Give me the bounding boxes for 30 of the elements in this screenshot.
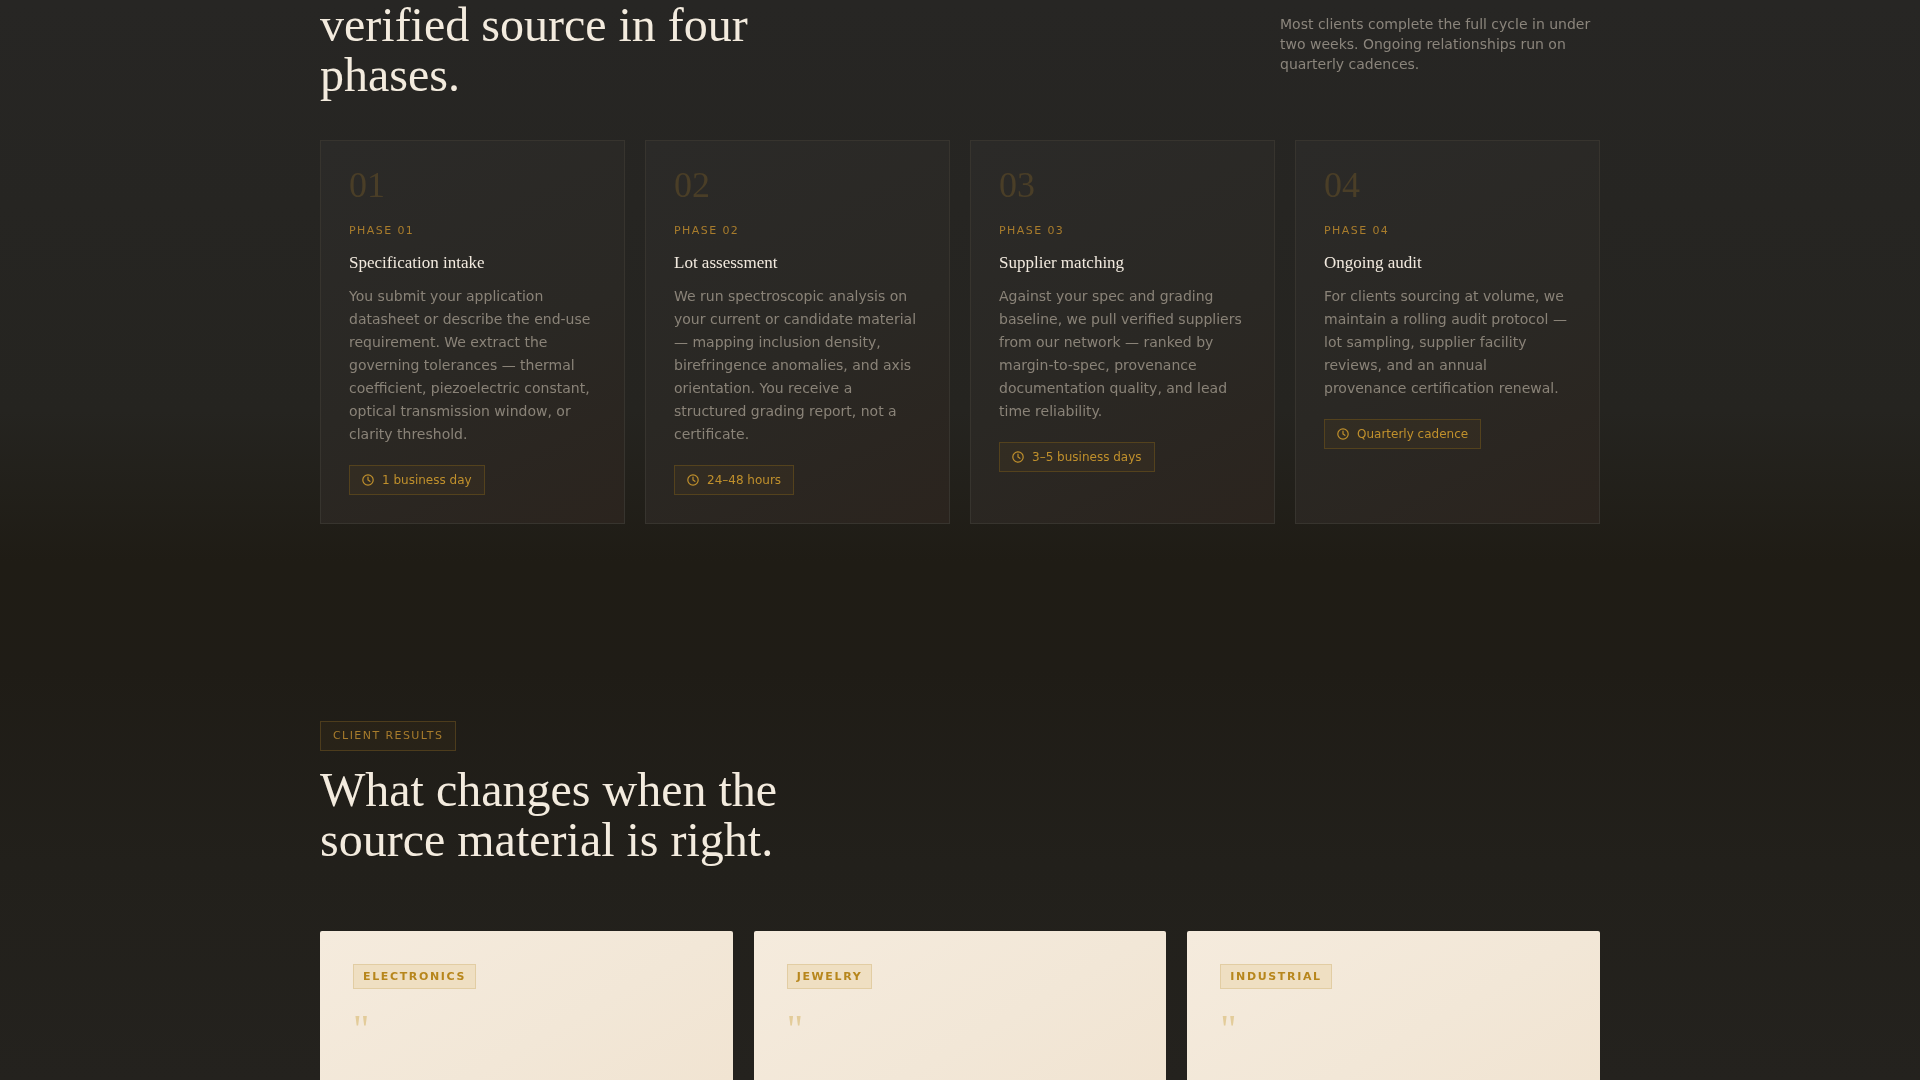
- phase-title: Specification intake: [349, 252, 485, 274]
- duration-text: 3–5 business days: [1032, 450, 1142, 464]
- clock-icon: [687, 474, 699, 486]
- duration-text: 24–48 hours: [707, 473, 782, 487]
- clock-icon: [1337, 428, 1349, 440]
- phase-description: You submit your application datasheet or describe the end-use requirement. We extract the governing tolerances — thermal coefficient, piezoelectric constant, optical transmission window, or clarity threshold.: [349, 287, 592, 444]
- section-tag: CLIENT RESULTS: [320, 721, 457, 751]
- phase-title: Supplier matching: [999, 252, 1125, 274]
- duration-text: 1 business day: [382, 473, 472, 487]
- section-heading: What changes when the source material is right.: [320, 765, 779, 865]
- clock-icon: [1012, 451, 1024, 463]
- quote-mark: ": [353, 1013, 370, 1039]
- phase-description: We run spectroscopic analysis on your current or candidate material — mapping inclusion density, birefringence anomalies, and axis orientation. You receive a structured grading report, not a certificate.: [674, 287, 918, 444]
- intro-note: Most clients complete the full cycle in under two weeks. Ongoing relationships run on quarterly cadences.: [1280, 15, 1592, 74]
- clock-icon: [362, 474, 374, 486]
- quote-mark: ": [786, 1013, 803, 1039]
- phase-title: Ongoing audit: [1324, 252, 1422, 274]
- phase-label: PHASE 03: [999, 223, 1065, 239]
- phase-label: PHASE 04: [1324, 223, 1390, 239]
- phase-label: PHASE 01: [349, 223, 415, 239]
- industry-tag: INDUSTRIAL: [1220, 964, 1332, 989]
- phase-description: Against your spec and grading baseline, we pull verified suppliers from our network — ranked by margin-to-spec, provenance documentation quality, and lead time reliability.: [999, 287, 1243, 421]
- industry-tag: JEWELRY: [786, 964, 873, 989]
- duration-text: Quarterly cadence: [1357, 427, 1469, 441]
- phase-title: Lot assessment: [674, 252, 778, 274]
- phase-description: For clients sourcing at volume, we maintain a rolling audit protocol — lot sampling, supplier facility reviews, and an annual provenance certification renewal.: [1324, 287, 1568, 398]
- section-heading: verified source in four phases.: [320, 0, 749, 100]
- industry-tag: ELECTRONICS: [353, 964, 477, 989]
- phase-label: PHASE 02: [674, 223, 740, 239]
- quote-mark: ": [1220, 1013, 1237, 1039]
